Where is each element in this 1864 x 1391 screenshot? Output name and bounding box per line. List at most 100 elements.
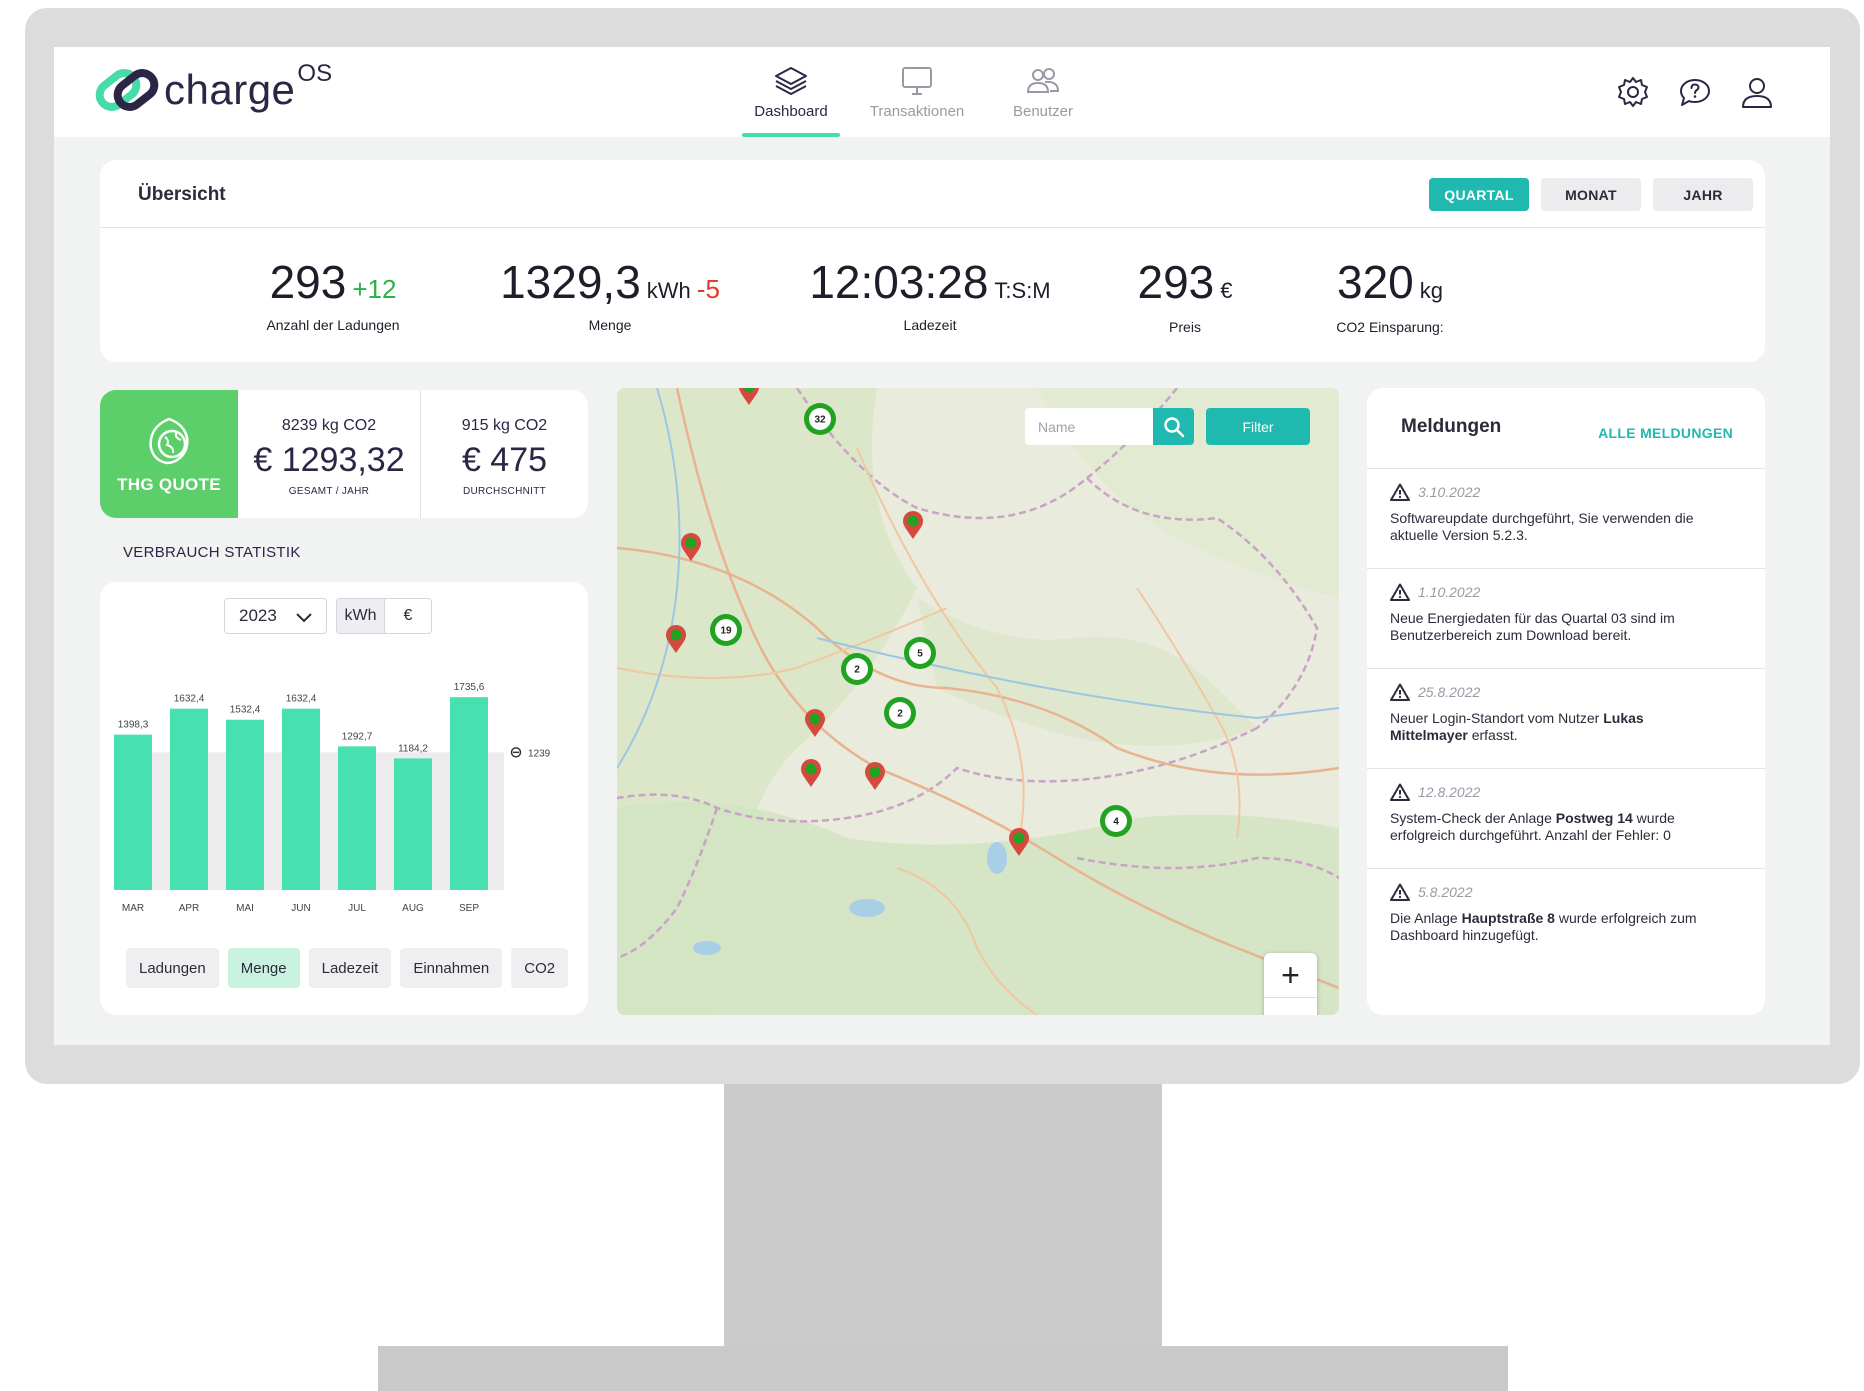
kpi-label: Ladezeit — [903, 317, 957, 333]
app-screen: charge OS Dashboard Transaktionen Benutz… — [54, 47, 1830, 1045]
cluster-count: 2 — [897, 709, 903, 720]
notifications-title: Meldungen — [1401, 416, 1502, 437]
kpi-value: 293 — [1137, 256, 1215, 308]
notification-text: System-Check der Anlage Postweg 14 wurde… — [1390, 810, 1720, 844]
period-monat-button[interactable]: MONAT — [1541, 178, 1641, 211]
metric-co2-button[interactable]: CO2 — [511, 948, 569, 988]
tab-dashboard[interactable]: Dashboard — [728, 47, 854, 137]
kpi-label: Menge — [588, 317, 632, 333]
period-jahr-button[interactable]: JAHR — [1653, 178, 1753, 211]
notification-date: 5.8.2022 — [1418, 884, 1473, 900]
map-pin-marker[interactable] — [664, 624, 688, 654]
notification-item[interactable]: 5.8.2022 Die Anlage Hauptstraße 8 wurde e… — [1367, 869, 1765, 969]
metric-ladezeit-button[interactable]: Ladezeit — [308, 948, 392, 988]
kpi-value: 293 — [269, 256, 347, 308]
metric-ladungen-button[interactable]: Ladungen — [126, 948, 219, 988]
thg-quote-card[interactable]: THG QUOTE 8239 kg CO2 € 1293,32 GESAMT /… — [100, 390, 588, 518]
zoom-out-button[interactable]: − — [1264, 997, 1317, 1015]
notifications-card: Meldungen ALLE MELDUNGEN 3.10.2022 Softwa… — [1367, 388, 1765, 1015]
thg-average-caption: DURCHSCHNITT — [462, 486, 547, 497]
chart-bar — [338, 746, 376, 890]
map-filter-button[interactable]: Filter — [1206, 408, 1310, 445]
kpi-delta: -5 — [696, 274, 720, 304]
metric-einnahmen-button[interactable]: Einnahmen — [400, 948, 503, 988]
year-select[interactable]: 2023 — [224, 598, 327, 634]
notification-item[interactable]: 25.8.2022 Neuer Login-Standort vom Nutzer… — [1367, 669, 1765, 769]
x-tick-label: JUN — [291, 903, 310, 914]
stats-card: 2023 kWh € 1398,3 MAR 1632,4 APR 1532,4 MAI 16… — [100, 582, 588, 1015]
kpi-unit: T:S:M — [994, 278, 1051, 303]
map-pin-marker[interactable] — [1007, 827, 1031, 857]
map-pin-marker[interactable] — [679, 532, 703, 562]
thg-total-caption: GESAMT / JAHR — [288, 486, 370, 497]
unit-kwh-button[interactable]: kWh — [337, 599, 384, 633]
cluster-count: 4 — [1113, 817, 1119, 828]
chart-bar — [394, 758, 432, 890]
map-background — [617, 388, 1339, 1015]
cluster-count: 5 — [917, 649, 923, 660]
kpi-unit: kWh — [646, 278, 691, 303]
brand-logo[interactable]: charge OS — [94, 60, 332, 115]
x-tick-label: APR — [179, 903, 200, 914]
kpi-label: Preis — [1169, 319, 1201, 335]
unit-euro-button[interactable]: € — [384, 599, 431, 633]
brand-name: charge — [164, 66, 296, 113]
unit-toggle: kWh € — [336, 598, 432, 634]
tab-benutzer[interactable]: Benutzer — [980, 47, 1106, 137]
thg-badge: THG QUOTE — [100, 390, 238, 518]
map-cluster-marker[interactable]: 5 — [902, 635, 938, 671]
map-cluster-marker[interactable]: 2 — [839, 651, 875, 687]
map-cluster-marker[interactable]: 19 — [708, 612, 744, 648]
kpi-delta: +12 — [352, 274, 397, 304]
bar-value-label: 1735,6 — [454, 682, 485, 693]
search-icon — [1163, 416, 1184, 437]
map-pin-marker[interactable] — [803, 708, 827, 738]
notification-item[interactable]: 3.10.2022 Softwareupdate durchgeführt, Si… — [1367, 469, 1765, 569]
notification-text-part: System-Check der Anlage — [1390, 810, 1556, 826]
map-pin-marker[interactable] — [863, 761, 887, 791]
kpi-unit: kg — [1419, 278, 1443, 303]
notification-item[interactable]: 12.8.2022 System-Check der Anlage Postweg… — [1367, 769, 1765, 869]
cluster-count: 2 — [854, 665, 860, 676]
zoom-in-button[interactable]: + — [1264, 953, 1317, 997]
layers-icon — [775, 66, 807, 95]
period-quartal-button[interactable]: QUARTAL — [1429, 178, 1529, 211]
user-icon[interactable] — [1740, 75, 1774, 109]
notification-text-highlight: Hauptstraße 8 — [1461, 910, 1555, 926]
map-cluster-marker[interactable]: 32 — [802, 401, 838, 437]
notification-date-row: 1.10.2022 — [1390, 583, 1765, 601]
map-pin-marker[interactable] — [737, 388, 761, 406]
bar-value-label: 1532,4 — [230, 705, 261, 716]
kpi-ladungen: 293 +12 Anzahl der Ladungen — [248, 255, 418, 333]
map-pin-marker[interactable] — [901, 510, 925, 540]
bar-value-label: 1184,2 — [398, 743, 428, 754]
help-chat-icon[interactable] — [1678, 75, 1712, 109]
consumption-bar-chart: 1398,3 MAR 1632,4 APR 1532,4 MAI 1632,4 JUN 1292… — [114, 682, 551, 914]
map-cluster-marker[interactable]: 4 — [1098, 803, 1134, 839]
notification-date: 25.8.2022 — [1418, 684, 1481, 700]
notification-text-part: Neue Energiedaten für das Quartal 03 sin… — [1390, 610, 1675, 643]
warning-icon — [1390, 783, 1410, 801]
notification-item[interactable]: 1.10.2022 Neue Energiedaten für das Quart… — [1367, 569, 1765, 669]
notification-date: 12.8.2022 — [1418, 784, 1481, 800]
metric-menge-button[interactable]: Menge — [227, 948, 300, 988]
bar-value-label: 1632,4 — [286, 694, 317, 705]
header-actions — [1616, 75, 1774, 109]
station-map[interactable]: 32 19 2 5 2 4 Name Filter + — [617, 388, 1339, 1015]
map-search-button[interactable] — [1153, 408, 1194, 445]
notification-date-row: 25.8.2022 — [1390, 683, 1765, 701]
chain-link-logo-icon — [95, 69, 159, 111]
map-cluster-marker[interactable]: 2 — [882, 695, 918, 731]
kpi-menge: 1329,3 kWh -5 Menge — [490, 255, 730, 333]
map-pin-marker[interactable] — [799, 758, 823, 788]
kpi-preis: 293 € Preis — [1130, 255, 1240, 335]
kpi-label: CO2 Einsparung: — [1336, 319, 1444, 335]
thg-average-co2: 915 kg CO2 — [461, 417, 548, 434]
notification-date-row: 5.8.2022 — [1390, 883, 1765, 901]
all-notifications-link[interactable]: ALLE MELDUNGEN — [1598, 425, 1733, 441]
gear-icon[interactable] — [1616, 75, 1650, 109]
map-search-input[interactable] — [1025, 408, 1153, 445]
notification-date-row: 12.8.2022 — [1390, 783, 1765, 801]
kpi-co2: 320 kg CO2 Einsparung: — [1325, 255, 1455, 335]
tab-transaktionen[interactable]: Transaktionen — [854, 47, 980, 137]
